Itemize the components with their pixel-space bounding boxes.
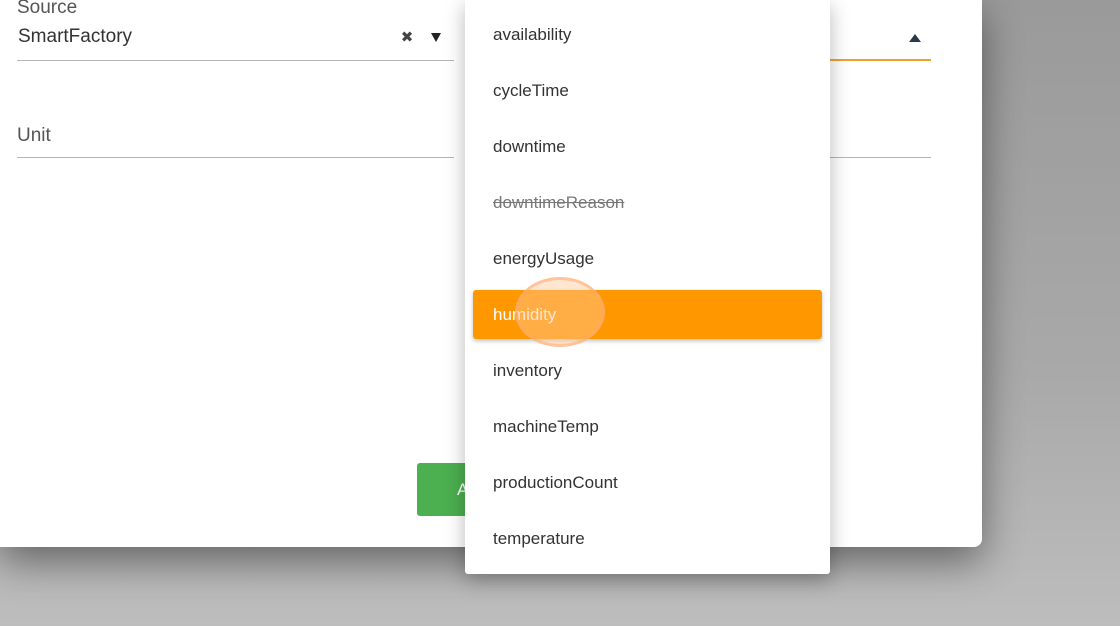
option-downtimereason: downtimeReason [493,193,625,212]
caret-up-icon[interactable] [909,34,921,42]
unit-underline [17,157,454,158]
option-cycletime[interactable]: cycleTime [473,66,822,115]
metric-dropdown-menu: availability cycleTime downtime downtime… [465,0,830,574]
option-downtime[interactable]: downtime [473,122,822,171]
source-underline [17,60,454,61]
option-productioncount[interactable]: productionCount [473,458,822,507]
right-field-underline [830,157,931,158]
clear-icon[interactable]: ✖ [400,30,414,46]
caret-down-icon[interactable] [431,33,441,42]
option-machinetemp[interactable]: machineTemp [473,402,822,451]
option-humidity[interactable]: humidity [473,290,822,339]
source-select-value[interactable]: SmartFactory [18,26,132,48]
option-availability[interactable]: availability [473,10,822,59]
unit-label[interactable]: Unit [17,125,51,147]
option-inventory[interactable]: inventory [473,346,822,395]
metric-select-underline[interactable] [830,59,931,61]
option-temperature[interactable]: temperature [473,514,822,563]
source-label: Source [17,0,78,18]
option-energyusage[interactable]: energyUsage [473,234,822,283]
